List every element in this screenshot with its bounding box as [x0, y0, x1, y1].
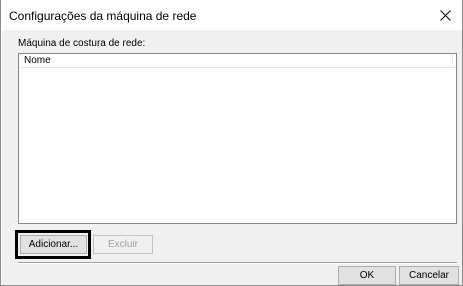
cancel-button[interactable]: Cancelar [399, 266, 459, 285]
network-machine-label: Máquina de costura de rede: [18, 38, 146, 49]
title-bar: Configurações da máquina de rede [1, 0, 462, 30]
network-machine-list[interactable]: Nome [18, 53, 457, 224]
column-header-name[interactable]: Nome [19, 54, 453, 67]
add-button[interactable]: Adicionar... [20, 235, 87, 254]
divider [18, 262, 457, 264]
network-machine-settings-dialog: Configurações da máquina de rede Máquina… [0, 0, 463, 286]
ok-button[interactable]: OK [338, 266, 396, 285]
dialog-title: Configurações da máquina de rede [9, 9, 197, 23]
list-header: Nome [19, 54, 456, 68]
close-button[interactable] [428, 0, 462, 30]
delete-button[interactable]: Excluir [93, 235, 153, 254]
close-icon [439, 9, 451, 21]
